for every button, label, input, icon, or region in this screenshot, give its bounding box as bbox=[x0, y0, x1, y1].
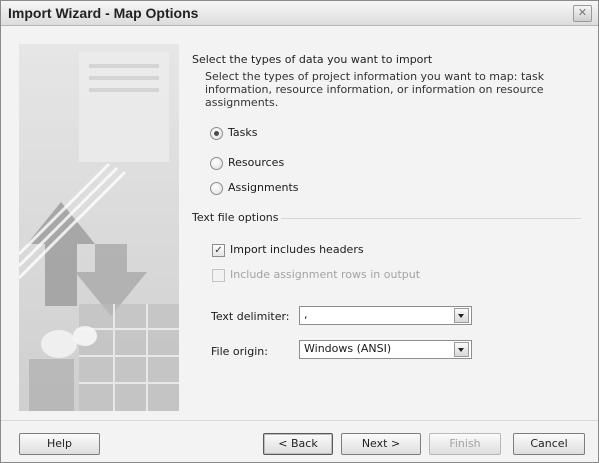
finish-button[interactable]: Finish bbox=[429, 433, 501, 455]
text-delimiter-select[interactable]: , bbox=[299, 306, 472, 325]
chevron-down-icon[interactable] bbox=[454, 342, 469, 357]
help-button[interactable]: Help bbox=[19, 433, 100, 455]
text-delimiter-value: , bbox=[304, 308, 308, 321]
radio-resources-button[interactable] bbox=[210, 157, 223, 170]
import-headers-checkbox[interactable]: ✓ bbox=[212, 244, 225, 257]
section-divider bbox=[281, 218, 581, 219]
include-assignment-rows-checkbox[interactable] bbox=[212, 269, 225, 282]
next-button[interactable]: Next > bbox=[341, 433, 421, 455]
file-origin-label: File origin: bbox=[211, 345, 268, 358]
include-assignment-rows-label[interactable]: Include assignment rows in output bbox=[230, 268, 420, 281]
text-file-options-heading: Text file options bbox=[192, 211, 279, 224]
radio-assignments-label[interactable]: Assignments bbox=[228, 181, 299, 194]
back-button[interactable]: < Back bbox=[263, 433, 333, 455]
file-origin-value: Windows (ANSI) bbox=[304, 342, 392, 355]
import-wizard-dialog: Import Wizard - Map Options ✕ Select the… bbox=[0, 0, 599, 463]
data-types-description: Select the types of project information … bbox=[205, 70, 545, 109]
cancel-button[interactable]: Cancel bbox=[513, 433, 585, 455]
radio-assignments-button[interactable] bbox=[210, 182, 223, 195]
footer-divider bbox=[1, 420, 598, 421]
radio-tasks-button[interactable] bbox=[210, 127, 223, 140]
data-types-heading: Select the types of data you want to imp… bbox=[192, 53, 433, 66]
text-delimiter-label: Text delimiter: bbox=[211, 310, 290, 323]
file-origin-select[interactable]: Windows (ANSI) bbox=[299, 340, 472, 359]
radio-resources-label[interactable]: Resources bbox=[228, 156, 284, 169]
import-headers-label[interactable]: Import includes headers bbox=[230, 243, 364, 256]
chevron-down-icon[interactable] bbox=[454, 308, 469, 323]
radio-tasks-label[interactable]: Tasks bbox=[228, 126, 257, 139]
